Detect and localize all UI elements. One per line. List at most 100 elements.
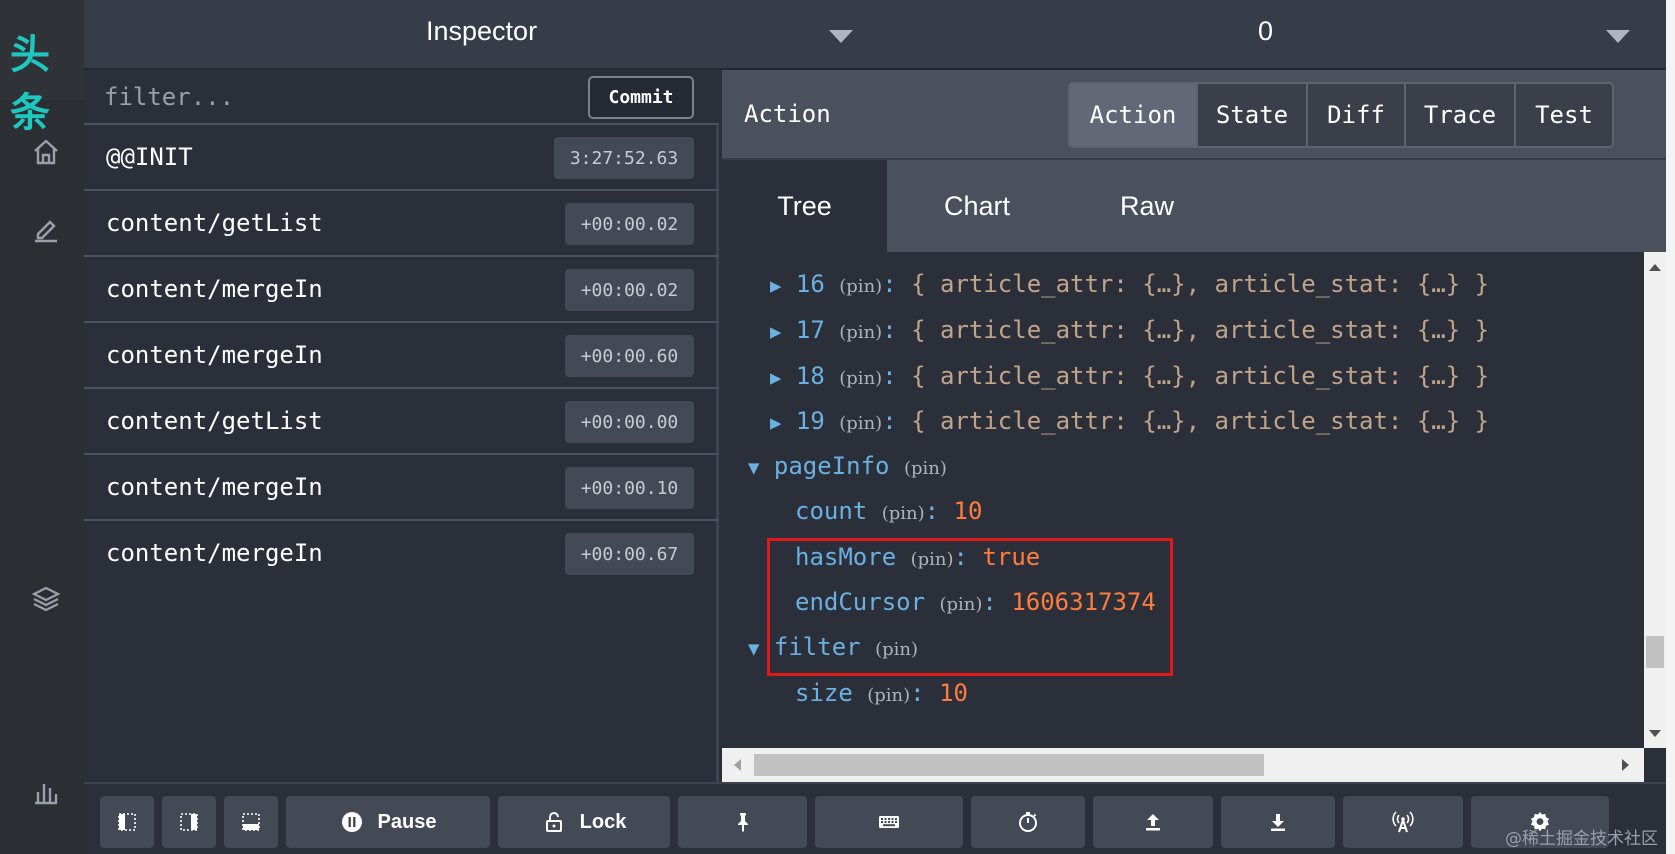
tree-node[interactable]: ▶ 19 (pin): { article_attr: {…}, article… xyxy=(770,407,1489,435)
dock-bottom-button[interactable] xyxy=(224,796,278,848)
node-value: { article_attr: {…}, article_stat: {…} } xyxy=(911,270,1490,298)
tab-tree[interactable]: Tree xyxy=(722,160,887,252)
vertical-scrollbar[interactable] xyxy=(1644,252,1666,748)
scroll-thumb[interactable] xyxy=(1646,636,1664,668)
pin-label[interactable]: (pin) xyxy=(875,639,918,660)
pin-label[interactable]: (pin) xyxy=(904,458,947,479)
node-value: 10 xyxy=(939,679,968,707)
action-item[interactable]: content/mergeIn +00:00.67 xyxy=(84,521,719,587)
node-key: size xyxy=(795,679,853,707)
tree-node[interactable]: ▶ 16 (pin): { article_attr: {…}, article… xyxy=(770,270,1489,298)
keyboard-button[interactable] xyxy=(815,796,963,848)
keyboard-icon xyxy=(879,816,899,828)
pin-label[interactable]: (pin) xyxy=(882,503,925,524)
dock-bottom-icon xyxy=(242,813,260,831)
dock-left-button[interactable] xyxy=(100,796,154,848)
tree-node-filter[interactable]: ▼ filter (pin) xyxy=(748,633,918,661)
logo: 头条 xyxy=(0,0,84,136)
pin-label[interactable]: (pin) xyxy=(839,413,882,434)
lock-icon xyxy=(545,812,562,832)
node-key: filter xyxy=(773,633,861,661)
scroll-right-icon[interactable] xyxy=(1622,759,1629,771)
scroll-left-icon[interactable] xyxy=(734,759,741,771)
tree-node[interactable]: ▶ 18 (pin): { article_attr: {…}, article… xyxy=(770,362,1489,390)
tab-trace[interactable]: Trace xyxy=(1406,82,1516,148)
pin-label[interactable]: (pin) xyxy=(839,276,882,297)
action-item[interactable]: content/mergeIn +00:00.02 xyxy=(84,257,719,323)
edit-icon[interactable] xyxy=(30,212,62,244)
node-value: { article_attr: {…}, article_stat: {…} } xyxy=(911,362,1490,390)
timer-icon xyxy=(1019,812,1037,832)
chart-icon[interactable] xyxy=(30,776,62,808)
node-value: 10 xyxy=(953,497,983,525)
action-item[interactable]: @@INIT 3:27:52.63 xyxy=(84,125,719,191)
scroll-down-icon[interactable] xyxy=(1649,730,1661,737)
node-key: pageInfo xyxy=(773,452,890,480)
inspector-label: Action xyxy=(744,100,831,128)
home-icon[interactable] xyxy=(30,136,62,168)
pause-button[interactable]: Pause xyxy=(286,796,490,848)
action-item[interactable]: content/mergeIn +00:00.60 xyxy=(84,323,719,389)
action-item[interactable]: content/getList +00:00.02 xyxy=(84,191,719,257)
collapse-arrow-icon[interactable]: ▼ xyxy=(748,638,759,660)
expand-arrow-icon[interactable]: ▶ xyxy=(770,412,781,434)
pin-label[interactable]: (pin) xyxy=(839,322,882,343)
action-name: content/getList xyxy=(106,209,323,237)
pause-label: Pause xyxy=(377,810,437,833)
commit-button[interactable]: Commit xyxy=(588,76,694,119)
tab-test[interactable]: Test xyxy=(1516,82,1614,148)
instance-select[interactable]: 0 xyxy=(1258,16,1273,47)
expand-arrow-icon[interactable]: ▶ xyxy=(770,321,781,343)
app: 头条 Inspector 0 Commit @@INI xyxy=(0,0,1675,854)
download-button[interactable] xyxy=(1221,796,1335,848)
lock-button[interactable]: Lock xyxy=(498,796,670,848)
tab-state[interactable]: State xyxy=(1198,82,1308,148)
collapse-arrow-icon[interactable]: ▼ xyxy=(748,457,759,479)
tab-action[interactable]: Action xyxy=(1068,82,1198,148)
tree-node-pageinfo[interactable]: ▼ pageInfo (pin) xyxy=(748,452,947,480)
action-time: 3:27:52.63 xyxy=(554,137,694,179)
monitor-select[interactable]: Inspector xyxy=(426,16,537,47)
horizontal-scrollbar[interactable] xyxy=(722,748,1644,782)
action-list: Commit @@INIT 3:27:52.63 content/getList… xyxy=(84,70,719,782)
tab-diff[interactable]: Diff xyxy=(1308,82,1406,148)
action-time: +00:00.02 xyxy=(565,269,694,311)
pin-label[interactable]: (pin) xyxy=(867,685,910,706)
watermark: @稀土掘金技术社区 xyxy=(1505,829,1658,849)
action-time: +00:00.10 xyxy=(565,467,694,509)
tab-chart[interactable]: Chart xyxy=(887,160,1067,252)
node-key: count xyxy=(795,497,868,525)
tab-raw[interactable]: Raw xyxy=(1067,160,1227,252)
action-item[interactable]: content/getList +00:00.00 xyxy=(84,389,719,455)
action-time: +00:00.00 xyxy=(565,401,694,443)
timer-button[interactable] xyxy=(971,796,1085,848)
bottom-toolbar: Pause Lock xyxy=(84,782,1666,854)
view-tabs: Tree Chart Raw xyxy=(722,160,1666,252)
layers-icon[interactable] xyxy=(30,582,62,614)
chevron-down-icon[interactable] xyxy=(1606,30,1630,43)
redux-devtools: Inspector 0 Commit @@INIT 3:27:52.63 con… xyxy=(84,0,1675,854)
dock-right-icon xyxy=(180,813,198,831)
scroll-up-icon[interactable] xyxy=(1649,264,1661,271)
filter-row: Commit xyxy=(84,70,719,125)
pin-button[interactable] xyxy=(678,796,807,848)
expand-arrow-icon[interactable]: ▶ xyxy=(770,367,781,389)
pin-label[interactable]: (pin) xyxy=(839,368,882,389)
remote-button[interactable] xyxy=(1343,796,1463,848)
upload-button[interactable] xyxy=(1093,796,1213,848)
top-bar: Inspector 0 xyxy=(84,0,1675,70)
expand-arrow-icon[interactable]: ▶ xyxy=(770,275,781,297)
filter-input[interactable] xyxy=(104,80,544,114)
scroll-thumb[interactable] xyxy=(754,754,1264,776)
chevron-down-icon[interactable] xyxy=(829,30,853,43)
action-name: content/mergeIn xyxy=(106,341,323,369)
lock-label: Lock xyxy=(579,810,627,833)
action-item[interactable]: content/mergeIn +00:00.10 xyxy=(84,455,719,521)
dock-right-button[interactable] xyxy=(162,796,216,848)
node-key: 17 xyxy=(795,316,825,344)
state-tree: ▶ 16 (pin): { article_attr: {…}, article… xyxy=(722,252,1644,748)
inspector-header: Action Action State Diff Trace Test xyxy=(722,70,1666,160)
tree-node[interactable]: ▶ 17 (pin): { article_attr: {…}, article… xyxy=(770,316,1489,344)
tree-leaf: count (pin): 10 xyxy=(795,497,983,525)
inspector-panel: Action Action State Diff Trace Test Tree… xyxy=(722,70,1666,782)
